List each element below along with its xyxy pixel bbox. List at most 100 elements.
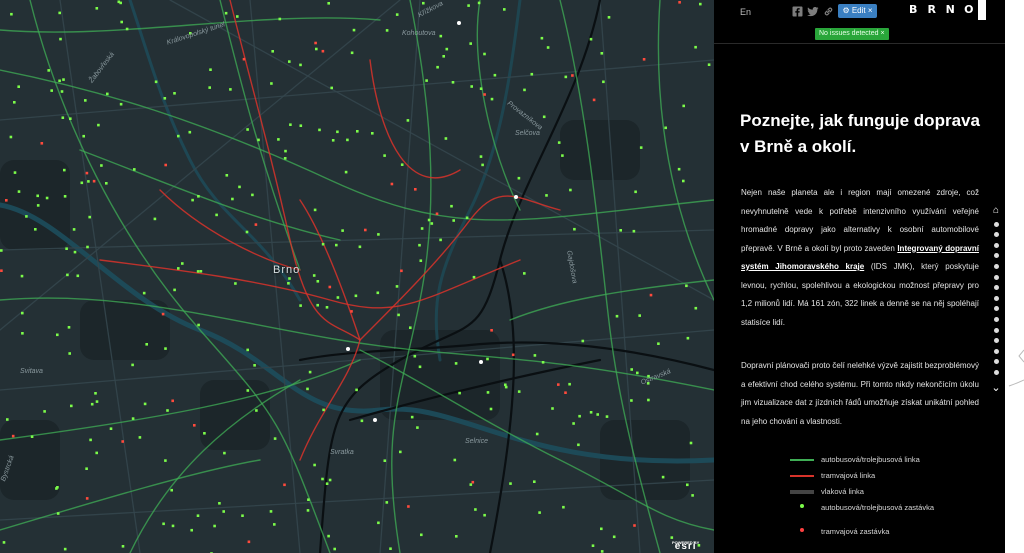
bus-stop[interactable]: [196, 514, 200, 517]
bus-stop[interactable]: [354, 294, 358, 298]
bus-stop[interactable]: [589, 37, 593, 41]
bus-stop[interactable]: [450, 204, 453, 208]
bus-stop[interactable]: [162, 522, 165, 526]
tram-stop[interactable]: [564, 391, 567, 394]
bus-stop[interactable]: [385, 501, 389, 504]
section-dot[interactable]: [993, 285, 999, 291]
bus-stop[interactable]: [66, 273, 69, 277]
bus-stop[interactable]: [385, 29, 389, 32]
bus-stop[interactable]: [246, 128, 249, 131]
bus-stop[interactable]: [685, 284, 688, 288]
bus-stop[interactable]: [125, 27, 129, 31]
bus-stop[interactable]: [581, 339, 585, 343]
bus-stop[interactable]: [694, 45, 697, 49]
bus-stop[interactable]: [425, 79, 428, 82]
bus-stop[interactable]: [121, 545, 125, 548]
bus-stop[interactable]: [389, 547, 392, 550]
bus-stop[interactable]: [600, 52, 604, 55]
bus-stop[interactable]: [289, 123, 292, 126]
bus-stop[interactable]: [199, 270, 203, 273]
bus-stop[interactable]: [523, 272, 526, 275]
bus-stop[interactable]: [191, 198, 194, 202]
bus-stop[interactable]: [670, 536, 674, 539]
bus-stop[interactable]: [177, 267, 180, 270]
bus-stop[interactable]: [490, 97, 494, 101]
station-marker[interactable]: [346, 347, 350, 351]
tram-stop[interactable]: [642, 58, 646, 61]
bus-stop[interactable]: [56, 512, 60, 515]
bus-stop[interactable]: [73, 250, 77, 254]
bus-stop[interactable]: [336, 296, 340, 299]
section-dot[interactable]: [993, 295, 999, 301]
bus-stop[interactable]: [686, 483, 689, 487]
bus-stop[interactable]: [153, 217, 157, 221]
chevron-down-icon[interactable]: ⌄: [990, 381, 1002, 394]
bus-stop[interactable]: [76, 274, 80, 278]
bus-stop[interactable]: [119, 1, 122, 5]
tram-stop[interactable]: [435, 212, 439, 216]
bus-stop[interactable]: [213, 524, 216, 528]
bus-stop[interactable]: [59, 37, 62, 41]
tram-stop[interactable]: [193, 424, 196, 427]
tram-stop[interactable]: [328, 285, 332, 289]
bus-stop[interactable]: [181, 262, 184, 265]
tram-stop[interactable]: [40, 142, 44, 145]
section-dot[interactable]: [993, 369, 999, 375]
tram-stop[interactable]: [85, 171, 89, 175]
bus-stop[interactable]: [95, 400, 99, 403]
bus-stop[interactable]: [131, 363, 134, 367]
bus-stop[interactable]: [533, 480, 536, 483]
bus-stop[interactable]: [578, 414, 581, 418]
bus-stop[interactable]: [602, 80, 605, 84]
bus-stop[interactable]: [84, 99, 87, 102]
bus-stop[interactable]: [557, 141, 561, 144]
section-dot[interactable]: [993, 359, 999, 365]
bus-stop[interactable]: [223, 451, 226, 455]
bus-stop[interactable]: [58, 11, 61, 15]
bus-stop[interactable]: [551, 407, 554, 410]
bus-stop[interactable]: [142, 291, 146, 295]
bus-stop[interactable]: [632, 229, 636, 233]
station-marker[interactable]: [457, 21, 461, 25]
bus-stop[interactable]: [451, 81, 455, 84]
bus-stop[interactable]: [356, 130, 359, 133]
bus-stop[interactable]: [420, 533, 423, 537]
bus-stop[interactable]: [409, 326, 412, 329]
section-dot[interactable]: [993, 327, 999, 333]
bus-stop[interactable]: [312, 274, 316, 277]
section-dot[interactable]: [993, 242, 999, 248]
bus-stop[interactable]: [694, 306, 698, 310]
tram-stop[interactable]: [164, 163, 167, 167]
section-dot[interactable]: [993, 316, 999, 322]
bus-stop[interactable]: [65, 247, 68, 250]
bus-stop[interactable]: [100, 164, 103, 167]
bus-stop[interactable]: [69, 117, 72, 120]
bus-stop[interactable]: [458, 391, 461, 395]
bus-stop[interactable]: [188, 130, 192, 134]
bus-stop[interactable]: [197, 195, 200, 198]
tram-stop[interactable]: [557, 383, 560, 386]
bus-stop[interactable]: [636, 371, 639, 375]
section-dot[interactable]: [993, 348, 999, 354]
bus-stop[interactable]: [352, 28, 356, 32]
bus-stop[interactable]: [657, 342, 660, 345]
bus-stop[interactable]: [419, 259, 423, 262]
bus-stop[interactable]: [397, 313, 400, 317]
bus-stop[interactable]: [222, 510, 225, 513]
tram-stop[interactable]: [314, 41, 317, 45]
tram-stop[interactable]: [85, 497, 89, 500]
bus-stop[interactable]: [313, 208, 317, 212]
bus-stop[interactable]: [229, 88, 232, 91]
status-badge[interactable]: No issues detected ×: [815, 28, 889, 40]
bus-stop[interactable]: [572, 422, 575, 425]
bus-stop[interactable]: [133, 168, 136, 171]
bus-stop[interactable]: [277, 138, 280, 141]
bus-stop[interactable]: [234, 282, 237, 285]
bus-stop[interactable]: [689, 441, 693, 445]
bus-stop[interactable]: [691, 494, 694, 497]
bus-stop[interactable]: [166, 409, 169, 412]
bus-stop[interactable]: [299, 304, 302, 307]
bus-stop[interactable]: [483, 52, 486, 56]
bus-stop[interactable]: [481, 163, 484, 167]
bus-stop[interactable]: [47, 69, 50, 72]
